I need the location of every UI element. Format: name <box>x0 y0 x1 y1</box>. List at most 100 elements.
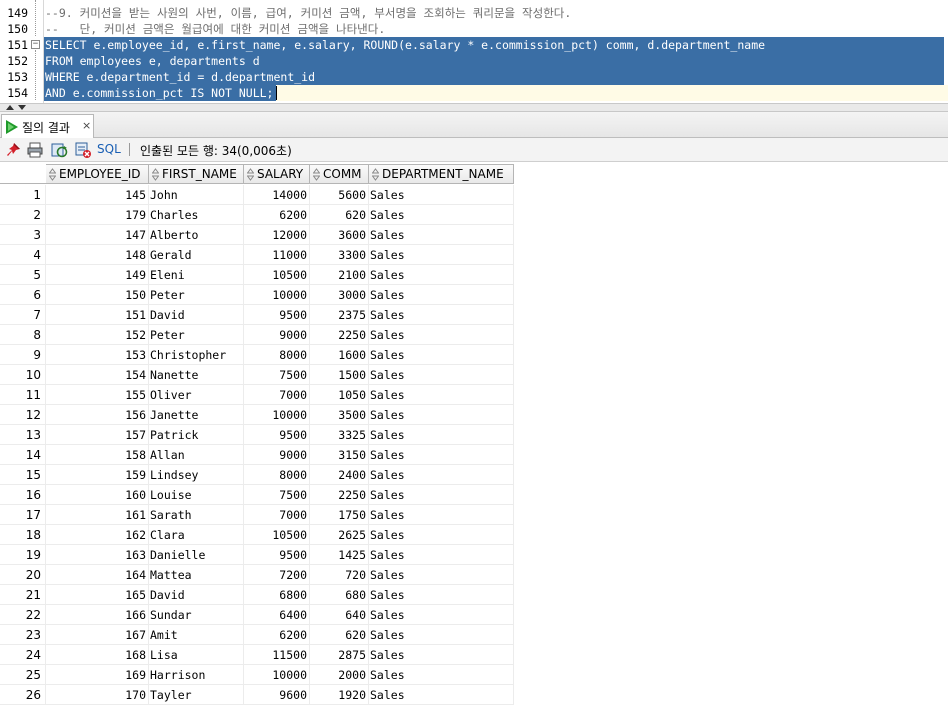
cell-department-name[interactable]: Sales <box>369 605 514 625</box>
cell-salary[interactable]: 10000 <box>244 665 310 685</box>
cell-comm[interactable]: 1500 <box>310 365 369 385</box>
cell-department-name[interactable]: Sales <box>369 285 514 305</box>
table-row[interactable]: 11 155 Oliver 7000 1050 Sales <box>0 385 514 405</box>
cell-salary[interactable]: 7000 <box>244 505 310 525</box>
table-row[interactable]: 26 170 Tayler 9600 1920 Sales <box>0 685 514 705</box>
cell-employee-id[interactable]: 165 <box>46 585 149 605</box>
sort-icon[interactable] <box>152 168 159 181</box>
table-row[interactable]: 16 160 Louise 7500 2250 Sales <box>0 485 514 505</box>
splitter-arrows-icon[interactable] <box>4 104 34 112</box>
cell-employee-id[interactable]: 157 <box>46 425 149 445</box>
table-row[interactable]: 3 147 Alberto 12000 3600 Sales <box>0 225 514 245</box>
cell-first-name[interactable]: Janette <box>149 405 244 425</box>
cell-comm[interactable]: 2875 <box>310 645 369 665</box>
cell-department-name[interactable]: Sales <box>369 645 514 665</box>
results-grid[interactable]: EMPLOYEE_ID FIRST_NAME SALARY COMM DEPAR… <box>0 162 948 712</box>
cell-first-name[interactable]: Tayler <box>149 685 244 705</box>
table-row[interactable]: 4 148 Gerald 11000 3300 Sales <box>0 245 514 265</box>
cell-first-name[interactable]: Christopher <box>149 345 244 365</box>
pane-splitter[interactable] <box>0 103 948 112</box>
cell-employee-id[interactable]: 150 <box>46 285 149 305</box>
cell-department-name[interactable]: Sales <box>369 205 514 225</box>
cell-first-name[interactable]: Louise <box>149 485 244 505</box>
pin-icon[interactable] <box>5 141 23 159</box>
cell-first-name[interactable]: Sundar <box>149 605 244 625</box>
cell-employee-id[interactable]: 168 <box>46 645 149 665</box>
cell-employee-id[interactable]: 154 <box>46 365 149 385</box>
cell-employee-id[interactable]: 149 <box>46 265 149 285</box>
cell-comm[interactable]: 3300 <box>310 245 369 265</box>
tab-close-icon[interactable]: × <box>82 119 91 132</box>
cell-employee-id[interactable]: 161 <box>46 505 149 525</box>
cell-comm[interactable]: 3150 <box>310 445 369 465</box>
cell-first-name[interactable]: Clara <box>149 525 244 545</box>
editor-line[interactable]: 154 AND e.commission_pct IS NOT NULL; <box>0 85 948 101</box>
table-row[interactable]: 21 165 David 6800 680 Sales <box>0 585 514 605</box>
cell-employee-id[interactable]: 160 <box>46 485 149 505</box>
table-row[interactable]: 1 145 John 14000 5600 Sales <box>0 185 514 205</box>
cell-employee-id[interactable]: 147 <box>46 225 149 245</box>
cell-comm[interactable]: 1425 <box>310 545 369 565</box>
cell-salary[interactable]: 10000 <box>244 285 310 305</box>
table-row[interactable]: 24 168 Lisa 11500 2875 Sales <box>0 645 514 665</box>
cell-comm[interactable]: 3600 <box>310 225 369 245</box>
table-row[interactable]: 2 179 Charles 6200 620 Sales <box>0 205 514 225</box>
fold-collapse-icon[interactable]: − <box>31 40 40 49</box>
column-header-first-name[interactable]: FIRST_NAME <box>149 164 244 184</box>
table-row[interactable]: 14 158 Allan 9000 3150 Sales <box>0 445 514 465</box>
cell-employee-id[interactable]: 169 <box>46 665 149 685</box>
cell-department-name[interactable]: Sales <box>369 185 514 205</box>
cell-first-name[interactable]: Charles <box>149 205 244 225</box>
cell-department-name[interactable]: Sales <box>369 325 514 345</box>
cell-salary[interactable]: 6200 <box>244 625 310 645</box>
cell-comm[interactable]: 2250 <box>310 325 369 345</box>
cell-comm[interactable]: 2100 <box>310 265 369 285</box>
editor-line[interactable]: 152 FROM employees e, departments d <box>0 53 948 69</box>
cell-comm[interactable]: 2250 <box>310 485 369 505</box>
table-row[interactable]: 6 150 Peter 10000 3000 Sales <box>0 285 514 305</box>
cell-employee-id[interactable]: 151 <box>46 305 149 325</box>
cell-department-name[interactable]: Sales <box>369 565 514 585</box>
cell-comm[interactable]: 1920 <box>310 685 369 705</box>
table-row[interactable]: 23 167 Amit 6200 620 Sales <box>0 625 514 645</box>
cell-first-name[interactable]: Mattea <box>149 565 244 585</box>
cell-salary[interactable]: 8000 <box>244 465 310 485</box>
cell-department-name[interactable]: Sales <box>369 485 514 505</box>
cell-department-name[interactable]: Sales <box>369 345 514 365</box>
cell-first-name[interactable]: Alberto <box>149 225 244 245</box>
cell-salary[interactable]: 9500 <box>244 545 310 565</box>
cell-comm[interactable]: 2400 <box>310 465 369 485</box>
table-row[interactable]: 19 163 Danielle 9500 1425 Sales <box>0 545 514 565</box>
cell-department-name[interactable]: Sales <box>369 385 514 405</box>
refresh-sql-icon[interactable] <box>50 141 68 159</box>
table-row[interactable]: 7 151 David 9500 2375 Sales <box>0 305 514 325</box>
cell-comm[interactable]: 2375 <box>310 305 369 325</box>
cell-employee-id[interactable]: 156 <box>46 405 149 425</box>
editor-line[interactable]: 149 --9. 커미션을 받는 사원의 사번, 이름, 급여, 커미션 금액,… <box>0 5 948 21</box>
cell-department-name[interactable]: Sales <box>369 445 514 465</box>
sort-icon[interactable] <box>49 168 56 181</box>
cell-salary[interactable]: 9000 <box>244 325 310 345</box>
print-icon[interactable] <box>26 141 44 159</box>
table-row[interactable]: 15 159 Lindsey 8000 2400 Sales <box>0 465 514 485</box>
cell-department-name[interactable]: Sales <box>369 525 514 545</box>
cell-salary[interactable]: 11500 <box>244 645 310 665</box>
cell-comm[interactable]: 2625 <box>310 525 369 545</box>
cell-first-name[interactable]: David <box>149 305 244 325</box>
cell-comm[interactable]: 620 <box>310 625 369 645</box>
cell-employee-id[interactable]: 164 <box>46 565 149 585</box>
editor-line[interactable]: 151 − SELECT e.employee_id, e.first_name… <box>0 37 948 53</box>
cell-first-name[interactable]: Peter <box>149 325 244 345</box>
cell-salary[interactable]: 7500 <box>244 485 310 505</box>
cell-salary[interactable]: 9000 <box>244 445 310 465</box>
cell-salary[interactable]: 11000 <box>244 245 310 265</box>
cell-department-name[interactable]: Sales <box>369 625 514 645</box>
column-header-department-name[interactable]: DEPARTMENT_NAME <box>369 164 514 184</box>
cell-employee-id[interactable]: 167 <box>46 625 149 645</box>
cell-employee-id[interactable]: 162 <box>46 525 149 545</box>
table-row[interactable]: 12 156 Janette 10000 3500 Sales <box>0 405 514 425</box>
cell-salary[interactable]: 7500 <box>244 365 310 385</box>
sort-icon[interactable] <box>247 168 254 181</box>
cell-employee-id[interactable]: 155 <box>46 385 149 405</box>
cell-first-name[interactable]: Eleni <box>149 265 244 285</box>
